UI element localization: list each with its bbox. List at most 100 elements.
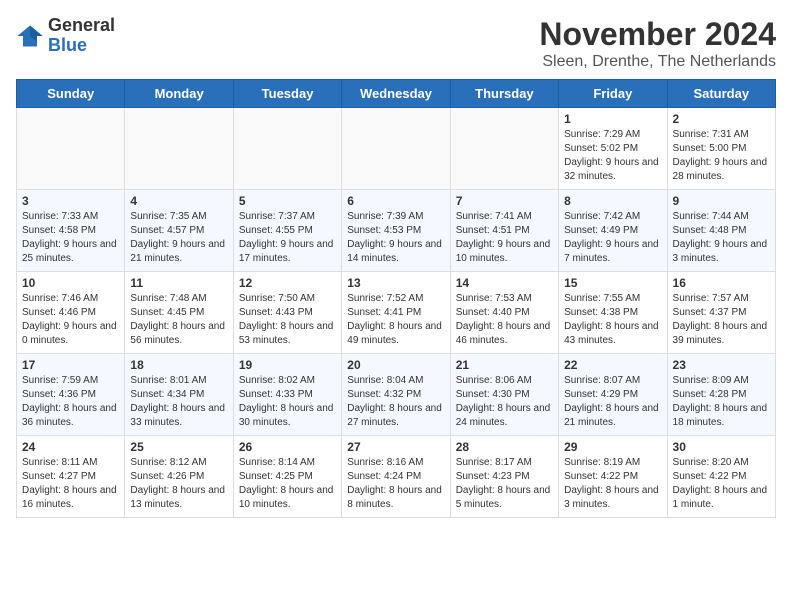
calendar-cell: 21 Sunrise: 8:06 AM Sunset: 4:30 PM Dayli… xyxy=(450,354,558,436)
day-number: 2 xyxy=(673,112,770,126)
day-info: Sunrise: 8:19 AM Sunset: 4:22 PM Dayligh… xyxy=(564,456,661,512)
weekday-header: Wednesday xyxy=(342,80,450,108)
day-info: Sunrise: 8:01 AM Sunset: 4:34 PM Dayligh… xyxy=(130,374,227,430)
calendar-cell: 23 Sunrise: 8:09 AM Sunset: 4:28 PM Dayli… xyxy=(667,354,775,436)
day-number: 13 xyxy=(347,276,444,290)
day-number: 15 xyxy=(564,276,661,290)
calendar-cell xyxy=(342,108,450,190)
calendar-body: 1 Sunrise: 7:29 AM Sunset: 5:02 PM Daylig… xyxy=(17,108,776,518)
calendar-cell: 27 Sunrise: 8:16 AM Sunset: 4:24 PM Dayli… xyxy=(342,436,450,518)
calendar-cell xyxy=(17,108,125,190)
calendar-cell: 26Sunrise: 8:14 AM Sunset: 4:25 PM Dayli… xyxy=(233,436,341,518)
logo-icon xyxy=(16,22,44,50)
day-info: Sunrise: 7:44 AM Sunset: 4:48 PM Dayligh… xyxy=(673,210,770,266)
calendar-cell: 4 Sunrise: 7:35 AM Sunset: 4:57 PM Daylig… xyxy=(125,190,233,272)
calendar-cell: 22 Sunrise: 8:07 AM Sunset: 4:29 PM Dayli… xyxy=(559,354,667,436)
day-number: 12 xyxy=(239,276,336,290)
day-info: Sunrise: 7:53 AM Sunset: 4:40 PM Dayligh… xyxy=(456,292,553,348)
day-number: 30 xyxy=(673,440,770,454)
calendar-week-row: 10Sunrise: 7:46 AM Sunset: 4:46 PM Dayli… xyxy=(17,272,776,354)
calendar-week-row: 17Sunrise: 7:59 AM Sunset: 4:36 PM Dayli… xyxy=(17,354,776,436)
day-info: Sunrise: 7:33 AM Sunset: 4:58 PM Dayligh… xyxy=(22,210,119,266)
calendar-cell: 19Sunrise: 8:02 AM Sunset: 4:33 PM Dayli… xyxy=(233,354,341,436)
day-number: 1 xyxy=(564,112,661,126)
calendar-cell: 28 Sunrise: 8:17 AM Sunset: 4:23 PM Dayli… xyxy=(450,436,558,518)
day-number: 27 xyxy=(347,440,444,454)
day-number: 3 xyxy=(22,194,119,208)
day-number: 23 xyxy=(673,358,770,372)
day-info: Sunrise: 7:41 AM Sunset: 4:51 PM Dayligh… xyxy=(456,210,553,266)
day-number: 7 xyxy=(456,194,553,208)
calendar-cell: 14Sunrise: 7:53 AM Sunset: 4:40 PM Dayli… xyxy=(450,272,558,354)
day-number: 10 xyxy=(22,276,119,290)
weekday-header: Tuesday xyxy=(233,80,341,108)
location-title: Sleen, Drenthe, The Netherlands xyxy=(539,53,776,71)
calendar-cell: 29 Sunrise: 8:19 AM Sunset: 4:22 PM Dayli… xyxy=(559,436,667,518)
calendar-cell: 10Sunrise: 7:46 AM Sunset: 4:46 PM Dayli… xyxy=(17,272,125,354)
day-info: Sunrise: 8:06 AM Sunset: 4:30 PM Dayligh… xyxy=(456,374,553,430)
day-number: 9 xyxy=(673,194,770,208)
day-number: 25 xyxy=(130,440,227,454)
day-number: 4 xyxy=(130,194,227,208)
day-info: Sunrise: 8:17 AM Sunset: 4:23 PM Dayligh… xyxy=(456,456,553,512)
day-number: 16 xyxy=(673,276,770,290)
calendar-cell: 1 Sunrise: 7:29 AM Sunset: 5:02 PM Daylig… xyxy=(559,108,667,190)
logo-text: General Blue xyxy=(48,16,115,56)
calendar-cell: 25 Sunrise: 8:12 AM Sunset: 4:26 PM Dayli… xyxy=(125,436,233,518)
day-info: Sunrise: 7:35 AM Sunset: 4:57 PM Dayligh… xyxy=(130,210,227,266)
month-title: November 2024 xyxy=(539,16,776,53)
calendar-cell: 5 Sunrise: 7:37 AM Sunset: 4:55 PM Daylig… xyxy=(233,190,341,272)
calendar-week-row: 3 Sunrise: 7:33 AM Sunset: 4:58 PM Daylig… xyxy=(17,190,776,272)
day-info: Sunrise: 7:37 AM Sunset: 4:55 PM Dayligh… xyxy=(239,210,336,266)
weekday-header: Saturday xyxy=(667,80,775,108)
day-number: 22 xyxy=(564,358,661,372)
day-number: 29 xyxy=(564,440,661,454)
day-info: Sunrise: 7:42 AM Sunset: 4:49 PM Dayligh… xyxy=(564,210,661,266)
weekday-header: Friday xyxy=(559,80,667,108)
weekday-header: Monday xyxy=(125,80,233,108)
day-info: Sunrise: 7:39 AM Sunset: 4:53 PM Dayligh… xyxy=(347,210,444,266)
day-number: 6 xyxy=(347,194,444,208)
day-info: Sunrise: 7:52 AM Sunset: 4:41 PM Dayligh… xyxy=(347,292,444,348)
day-info: Sunrise: 7:48 AM Sunset: 4:45 PM Dayligh… xyxy=(130,292,227,348)
calendar-cell: 7 Sunrise: 7:41 AM Sunset: 4:51 PM Daylig… xyxy=(450,190,558,272)
day-number: 19 xyxy=(239,358,336,372)
calendar-cell: 20Sunrise: 8:04 AM Sunset: 4:32 PM Dayli… xyxy=(342,354,450,436)
logo-blue: Blue xyxy=(48,36,115,56)
calendar-cell: 24Sunrise: 8:11 AM Sunset: 4:27 PM Dayli… xyxy=(17,436,125,518)
calendar-cell: 6 Sunrise: 7:39 AM Sunset: 4:53 PM Daylig… xyxy=(342,190,450,272)
day-info: Sunrise: 8:09 AM Sunset: 4:28 PM Dayligh… xyxy=(673,374,770,430)
day-info: Sunrise: 8:07 AM Sunset: 4:29 PM Dayligh… xyxy=(564,374,661,430)
day-number: 28 xyxy=(456,440,553,454)
calendar-cell xyxy=(450,108,558,190)
page-header: General Blue November 2024 Sleen, Drenth… xyxy=(16,16,776,71)
day-info: Sunrise: 7:55 AM Sunset: 4:38 PM Dayligh… xyxy=(564,292,661,348)
day-number: 20 xyxy=(347,358,444,372)
day-number: 5 xyxy=(239,194,336,208)
calendar-table: SundayMondayTuesdayWednesdayThursdayFrid… xyxy=(16,79,776,518)
calendar-header-row: SundayMondayTuesdayWednesdayThursdayFrid… xyxy=(17,80,776,108)
calendar-cell: 3 Sunrise: 7:33 AM Sunset: 4:58 PM Daylig… xyxy=(17,190,125,272)
calendar-cell: 11Sunrise: 7:48 AM Sunset: 4:45 PM Dayli… xyxy=(125,272,233,354)
calendar-week-row: 24Sunrise: 8:11 AM Sunset: 4:27 PM Dayli… xyxy=(17,436,776,518)
calendar-cell: 9 Sunrise: 7:44 AM Sunset: 4:48 PM Daylig… xyxy=(667,190,775,272)
day-info: Sunrise: 8:16 AM Sunset: 4:24 PM Dayligh… xyxy=(347,456,444,512)
day-info: Sunrise: 7:50 AM Sunset: 4:43 PM Dayligh… xyxy=(239,292,336,348)
calendar-cell: 13 Sunrise: 7:52 AM Sunset: 4:41 PM Dayli… xyxy=(342,272,450,354)
calendar-cell: 2 Sunrise: 7:31 AM Sunset: 5:00 PM Daylig… xyxy=(667,108,775,190)
calendar-cell: 8 Sunrise: 7:42 AM Sunset: 4:49 PM Daylig… xyxy=(559,190,667,272)
weekday-header: Sunday xyxy=(17,80,125,108)
title-area: November 2024 Sleen, Drenthe, The Nether… xyxy=(539,16,776,71)
calendar-week-row: 1 Sunrise: 7:29 AM Sunset: 5:02 PM Daylig… xyxy=(17,108,776,190)
calendar-cell xyxy=(233,108,341,190)
day-number: 8 xyxy=(564,194,661,208)
logo-general: General xyxy=(48,16,115,36)
day-number: 21 xyxy=(456,358,553,372)
day-info: Sunrise: 8:11 AM Sunset: 4:27 PM Dayligh… xyxy=(22,456,119,512)
day-info: Sunrise: 7:29 AM Sunset: 5:02 PM Dayligh… xyxy=(564,128,661,184)
day-info: Sunrise: 7:31 AM Sunset: 5:00 PM Dayligh… xyxy=(673,128,770,184)
calendar-cell xyxy=(125,108,233,190)
calendar-cell: 18 Sunrise: 8:01 AM Sunset: 4:34 PM Dayli… xyxy=(125,354,233,436)
day-info: Sunrise: 8:12 AM Sunset: 4:26 PM Dayligh… xyxy=(130,456,227,512)
day-number: 18 xyxy=(130,358,227,372)
